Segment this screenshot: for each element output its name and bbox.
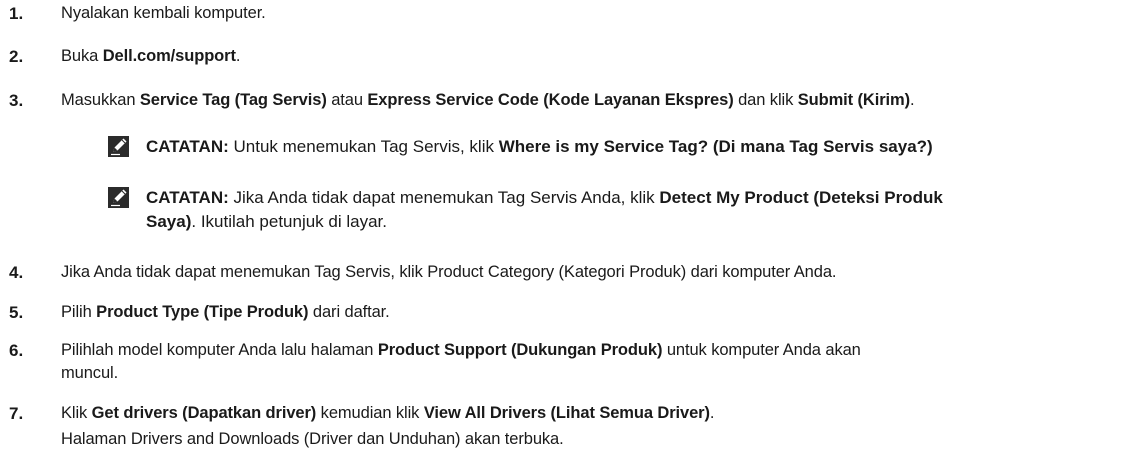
step-bold-term: Express Service Code (Kode Layanan Ekspr… bbox=[367, 91, 734, 109]
step-number: 2. bbox=[9, 47, 24, 66]
step-text: Masukkan Service Tag (Tag Servis) atau E… bbox=[61, 90, 1120, 111]
step-bold-term: Get drivers (Dapatkan driver) bbox=[91, 404, 317, 422]
step-text-part: . bbox=[235, 47, 241, 65]
pencil-note-icon bbox=[108, 187, 129, 208]
note-text-part: . Ikutilah petunjuk di layar. bbox=[191, 212, 387, 231]
step-text-part: Pilihlah model komputer Anda lalu halama… bbox=[61, 341, 378, 359]
step-bold-term: Product Type (Tipe Produk) bbox=[96, 303, 309, 321]
step-text-part: untuk komputer Anda akan bbox=[662, 341, 861, 359]
step-bold-term: View All Drivers (Lihat Semua Driver) bbox=[423, 404, 710, 422]
step-text-part: Nyalakan kembali komputer. bbox=[61, 4, 266, 22]
step-number: 6. bbox=[9, 341, 24, 360]
step-text-part: Buka bbox=[61, 47, 103, 65]
step-text: Pilih Product Type (Tipe Produk) dari da… bbox=[61, 302, 1120, 323]
note-bold-term: Detect My Product (Deteksi Produk bbox=[659, 188, 943, 207]
document-page: 1. Nyalakan kembali komputer. 2. Buka De… bbox=[0, 0, 1126, 453]
step-text-part: dari daftar. bbox=[308, 303, 390, 321]
pencil-note-icon bbox=[108, 136, 129, 157]
step-text-part: Pilih bbox=[61, 303, 97, 321]
step-text-part: . bbox=[910, 91, 915, 109]
step-text-part: Masukkan bbox=[61, 91, 140, 109]
step-number: 1. bbox=[9, 4, 24, 23]
step-text: Pilihlah model komputer Anda lalu halama… bbox=[61, 340, 1120, 361]
note-bold-term: Saya) bbox=[146, 212, 192, 231]
step-text-part: . bbox=[709, 404, 715, 422]
step-text: Jika Anda tidak dapat menemukan Tag Serv… bbox=[61, 262, 1120, 283]
step-number: 4. bbox=[9, 263, 24, 282]
step-number: 3. bbox=[9, 91, 24, 110]
step-6-continuation: muncul. bbox=[61, 364, 119, 382]
step-text-part: Jika Anda tidak dapat menemukan Tag Serv… bbox=[61, 263, 837, 281]
step-7-continuation: Halaman Drivers and Downloads (Driver da… bbox=[61, 430, 564, 448]
note-text-part: Untuk menemukan Tag Servis, klik bbox=[228, 137, 499, 156]
step-text-part: atau bbox=[326, 91, 368, 109]
step-text-part: Klik bbox=[61, 404, 92, 422]
note-text-part: Jika Anda tidak dapat menemukan Tag Serv… bbox=[228, 188, 660, 207]
note-bold-term: Where is my Service Tag? (Di mana Tag Se… bbox=[498, 137, 933, 156]
step-bold-term: Submit (Kirim) bbox=[797, 91, 910, 109]
step-text-part: dan klik bbox=[733, 91, 798, 109]
support-link-text: Dell.com/support bbox=[102, 47, 236, 65]
step-number: 7. bbox=[9, 404, 24, 423]
step-text: Klik Get drivers (Dapatkan driver) kemud… bbox=[61, 403, 1120, 424]
step-text: Buka Dell.com/support. bbox=[61, 46, 1120, 67]
note-text: CATATAN: Jika Anda tidak dapat menemukan… bbox=[146, 186, 1118, 234]
note-label: CATATAN: bbox=[146, 137, 229, 156]
step-number: 5. bbox=[9, 303, 24, 322]
step-bold-term: Product Support (Dukungan Produk) bbox=[377, 341, 663, 359]
step-text-part: kemudian klik bbox=[316, 404, 424, 422]
note-label: CATATAN: bbox=[146, 188, 229, 207]
step-bold-term: Service Tag (Tag Servis) bbox=[139, 91, 327, 109]
note-text: CATATAN: Untuk menemukan Tag Servis, kli… bbox=[146, 135, 1118, 159]
step-text: Nyalakan kembali komputer. bbox=[61, 3, 1120, 24]
